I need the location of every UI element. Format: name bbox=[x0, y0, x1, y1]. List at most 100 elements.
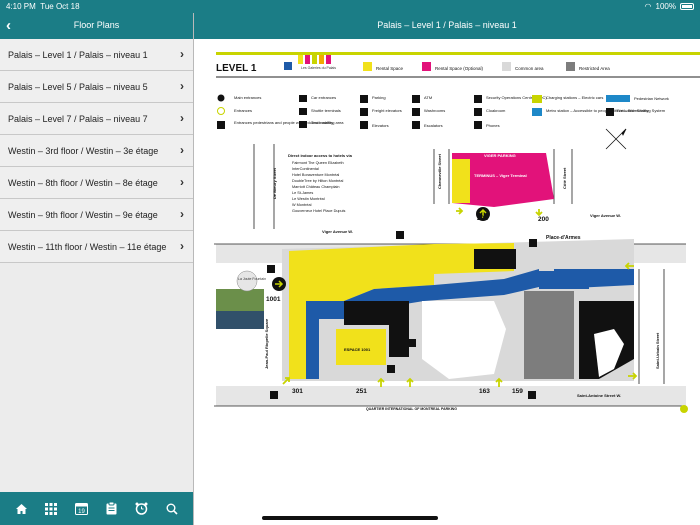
floor-plan-item[interactable]: Westin – 8th floor / Westin – 8e étage › bbox=[0, 167, 193, 199]
hotel-item: DoubleTree by Hilton Montréal bbox=[292, 179, 344, 183]
door-number: 159 bbox=[512, 388, 523, 395]
alarm-clock-icon[interactable] bbox=[132, 499, 152, 519]
entrance-arrow-icon[interactable] bbox=[535, 209, 543, 217]
elevator-icon bbox=[270, 391, 278, 399]
calendar-day: 19 bbox=[78, 509, 85, 515]
info-dot-icon[interactable] bbox=[680, 405, 688, 413]
hotel-item: Gouverneur Hotel Place Dupuis bbox=[292, 209, 345, 213]
accessibility-icon bbox=[529, 239, 537, 247]
floor-plan-item[interactable]: Palais – Level 7 / Palais – niveau 7 › bbox=[0, 103, 193, 135]
legend-ped-network: Pedestrian Network bbox=[634, 96, 669, 101]
hotel-item: Marriott Château Champlain bbox=[292, 185, 339, 189]
floor-plan-label: Palais – Level 7 / Palais – niveau 7 bbox=[8, 114, 148, 124]
legend-main-entrances: Main entrances bbox=[234, 95, 261, 100]
entrance-arrow-icon[interactable] bbox=[377, 377, 385, 387]
legend-restricted: Restricted Area bbox=[579, 66, 610, 71]
floor-plan-item[interactable]: Palais – Level 1 / Palais – niveau 1 › bbox=[0, 39, 193, 71]
floor-plan-svg: LEVEL 1 Les Galeries du Palais Rental Sp… bbox=[214, 52, 700, 413]
floor-plan-label: Westin – 11th floor / Westin – 11e étage bbox=[8, 242, 167, 252]
door-number: 201 bbox=[477, 215, 488, 222]
rental-swatch bbox=[363, 62, 372, 71]
parking-icon bbox=[387, 365, 395, 373]
central-lobby bbox=[422, 301, 506, 379]
washroom-icon bbox=[408, 339, 416, 347]
legend-cloakroom: Cloakroom bbox=[486, 108, 506, 113]
hotel-item: Le Westin Montréal bbox=[292, 197, 325, 201]
floor-plan-item[interactable]: Westin – 9th floor / Westin – 9e étage › bbox=[0, 199, 193, 231]
terminus-label: TERMINUS – Viger Terminal bbox=[474, 173, 527, 178]
entrance-arrow-icon[interactable] bbox=[495, 377, 503, 387]
status-right: ◠ 100% bbox=[645, 2, 694, 11]
street-de-bleury: De Bleury Street bbox=[272, 167, 277, 199]
quartier-parking: QUARTIER INTERNATIONAL OF MONTREAL PARKI… bbox=[366, 407, 457, 411]
legend-shuttle: Shuttle terminals bbox=[311, 108, 341, 113]
search-icon[interactable] bbox=[162, 499, 182, 519]
common-swatch bbox=[502, 62, 511, 71]
legend-rental: Rental Space bbox=[376, 66, 404, 71]
chevron-right-icon: › bbox=[180, 111, 184, 125]
chevron-right-icon: › bbox=[180, 239, 184, 253]
status-bar: 4:10 PM Tue Oct 18 ◠ 100% bbox=[0, 0, 700, 13]
accessibility-icon bbox=[396, 231, 404, 239]
accessibility-icon bbox=[267, 265, 275, 273]
street-chenneville: Chenneville Street bbox=[437, 153, 442, 189]
entrance-arrow-icon[interactable] bbox=[406, 377, 414, 387]
chevron-right-icon: › bbox=[180, 175, 184, 189]
door-number: 163 bbox=[479, 388, 490, 395]
floor-plan-map[interactable]: LEVEL 1 Les Galeries du Palais Rental Sp… bbox=[194, 39, 700, 525]
door-number: 1001 bbox=[266, 296, 281, 303]
brand-text: Les Galeries du Palais bbox=[301, 66, 336, 70]
legend-elevators: Elevators bbox=[372, 123, 389, 128]
legend-charging: Charging stations – Electric cars bbox=[546, 95, 603, 100]
fountain-circle bbox=[236, 270, 258, 292]
legend-washrooms: Washrooms bbox=[424, 108, 445, 113]
legend-atm: ATM bbox=[424, 95, 432, 100]
escalator-icon bbox=[528, 391, 536, 399]
chevron-right-icon: › bbox=[180, 47, 184, 61]
floor-plan-label: Palais – Level 5 / Palais – niveau 5 bbox=[8, 82, 148, 92]
clipboard-icon[interactable] bbox=[102, 499, 122, 519]
street-jean-paul: Jean-Paul Riopelle Square bbox=[264, 318, 269, 369]
floor-plan-item[interactable]: Westin – 11th floor / Westin – 11e étage… bbox=[0, 231, 193, 263]
restricted-area bbox=[524, 291, 574, 379]
floor-plan-label: Westin – 9th floor / Westin – 9e étage bbox=[8, 210, 158, 220]
chevron-right-icon: › bbox=[180, 79, 184, 93]
floor-plan-item[interactable]: Westin – 3rd floor / Westin – 3e étage › bbox=[0, 135, 193, 167]
restricted-swatch bbox=[566, 62, 575, 71]
street-saint-antoine: Saint-Antoine Street W. bbox=[577, 393, 621, 398]
legend-phones: Phones bbox=[486, 123, 500, 128]
street-saint-urbain: Saint-Urbain Street bbox=[655, 332, 660, 369]
legend-car: Car entrances bbox=[311, 95, 336, 100]
wifi-icon: ◠ bbox=[644, 2, 652, 11]
galeries-logo: Les Galeries du Palais bbox=[284, 55, 336, 70]
legend-rental-optional: Rental Space (Optional) bbox=[435, 66, 484, 71]
hotel-item: Le St-James bbox=[292, 191, 313, 195]
legend-bixi: Bixi – Bike Sharing System bbox=[617, 108, 666, 113]
floor-plan-item[interactable]: Palais – Level 5 / Palais – niveau 5 › bbox=[0, 71, 193, 103]
door-number: 251 bbox=[356, 388, 367, 395]
viger-parking-label: VIGER PARKING bbox=[484, 153, 516, 158]
door-number: 301 bbox=[292, 388, 303, 395]
home-icon[interactable] bbox=[11, 499, 31, 519]
legend-escalators: Escalators bbox=[424, 123, 443, 128]
espace-1001-label: ESPACE 1001 bbox=[344, 347, 371, 352]
sidebar-title: Floor Plans bbox=[73, 20, 120, 30]
floor-plan-list: Palais – Level 1 / Palais – niveau 1 › Pa… bbox=[0, 39, 193, 492]
legend-entrances: Entrances bbox=[234, 108, 252, 113]
rental-optional-swatch bbox=[422, 62, 431, 71]
legend-truck: Truck waiting area bbox=[311, 120, 344, 125]
chevron-right-icon: › bbox=[180, 143, 184, 157]
main-title: Palais – Level 1 / Palais – niveau 1 bbox=[377, 20, 517, 30]
legend-freight: Freight elevators bbox=[372, 108, 402, 113]
calendar-icon[interactable]: 19 bbox=[71, 499, 91, 519]
floor-plan-label: Palais – Level 1 / Palais – niveau 1 bbox=[8, 50, 148, 60]
fountain-photo-water bbox=[216, 311, 264, 329]
legend-parking: Parking bbox=[372, 95, 386, 100]
blue-corridor-place-armes bbox=[539, 271, 589, 289]
legend-common: Common area bbox=[515, 66, 544, 71]
grid-icon[interactable] bbox=[41, 499, 61, 519]
street-viger-west: Viger Avenue W. bbox=[322, 229, 353, 234]
hotel-item: W Montréal bbox=[292, 203, 312, 207]
entrance-arrow-icon[interactable] bbox=[456, 207, 464, 215]
hotel-item: Fairmont The Queen Elizabeth bbox=[292, 161, 344, 165]
